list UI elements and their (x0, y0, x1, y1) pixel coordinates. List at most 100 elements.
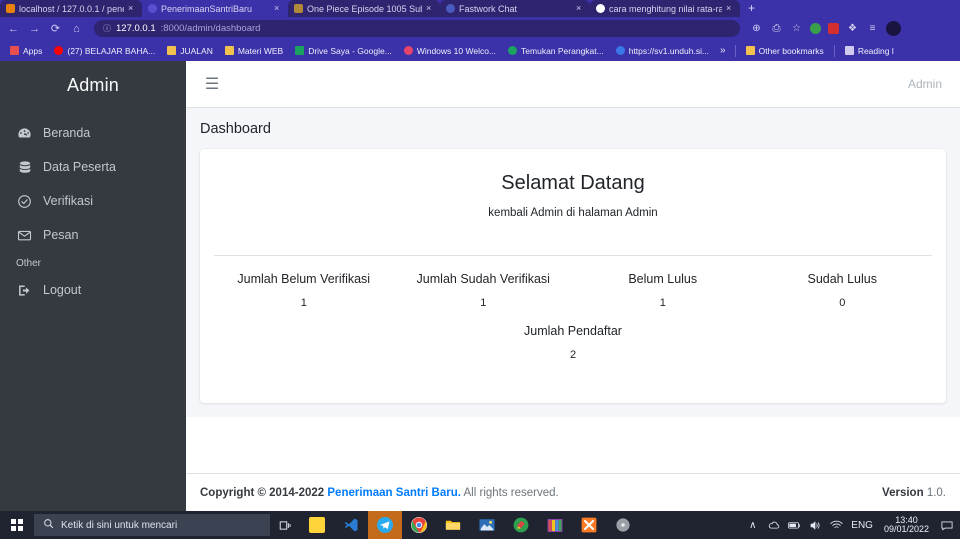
tab-title: Fastwork Chat (459, 3, 518, 14)
battery-icon[interactable] (788, 519, 801, 532)
browser-tab[interactable]: cara menghitung nilai rata-ra × (590, 0, 740, 17)
stat-sudah-verifikasi: Jumlah Sudah Verifikasi 1 (394, 272, 574, 309)
tray-chevron-icon[interactable]: ∧ (746, 519, 759, 532)
apps-grid-icon (10, 46, 19, 55)
welcome-title: Selamat Datang (501, 172, 645, 194)
reload-icon[interactable]: ⟳ (48, 21, 63, 36)
reading-list-button[interactable]: Reading l (839, 43, 900, 59)
browser-toolbar: ← → ⟳ ⌂ ⓘ 127.0.0.1:8000/admin/dashboard… (0, 17, 960, 40)
navbar-user-label[interactable]: Admin (908, 77, 944, 91)
other-bookmarks-button[interactable]: Other bookmarks (740, 43, 830, 59)
bookmark-label: Apps (23, 45, 43, 56)
idm-extension-icon[interactable] (810, 23, 821, 34)
home-icon[interactable]: ⌂ (69, 21, 84, 36)
address-bar[interactable]: ⓘ 127.0.0.1:8000/admin/dashboard (94, 20, 740, 37)
stat-belum-verifikasi: Jumlah Belum Verifikasi 1 (214, 272, 394, 309)
sidebar-item-verifikasi[interactable]: Verifikasi (0, 184, 186, 218)
content-body: Selamat Datang kembali Admin di halaman … (186, 149, 960, 417)
stat-belum-lulus: Belum Lulus 1 (573, 272, 753, 309)
check-circle-icon (16, 193, 33, 210)
taskbar-app-vscode[interactable] (334, 511, 368, 539)
folder-icon (224, 46, 234, 55)
windows-taskbar: Ketik di sini untuk mencari ∧ ENG 13:40 … (0, 511, 960, 539)
taskbar-app-idm[interactable] (504, 511, 538, 539)
bookmark-item[interactable]: (27) BELAJAR BAHA... (48, 43, 161, 59)
close-icon[interactable]: × (128, 4, 136, 13)
start-button[interactable] (0, 511, 34, 539)
footer-brand-link[interactable]: Penerimaan Santri Baru. (327, 487, 461, 499)
globe-icon (615, 46, 625, 55)
close-icon[interactable]: × (274, 4, 282, 13)
browser-tab[interactable]: One Piece Episode 1005 Sub × (288, 0, 440, 17)
taskbar-app-chrome[interactable] (402, 511, 436, 539)
browser-tab[interactable]: Fastwork Chat × (440, 0, 590, 17)
onedrive-icon[interactable] (767, 519, 780, 532)
red-extension-icon[interactable] (828, 23, 839, 34)
stat-value: 1 (300, 297, 307, 309)
bookmark-label: Materi WEB (237, 45, 284, 56)
bookmark-item[interactable]: Windows 10 Welco... (398, 43, 502, 59)
sidebar-item-label: Pesan (43, 228, 79, 242)
task-view-icon[interactable] (270, 511, 300, 539)
phpmyadmin-favicon (6, 4, 15, 13)
back-icon[interactable]: ← (6, 21, 21, 36)
folder-icon (167, 46, 177, 55)
forward-icon[interactable]: → (27, 21, 42, 36)
divider (214, 255, 932, 256)
new-tab-button[interactable]: + (740, 0, 763, 17)
site-info-icon[interactable]: ⓘ (103, 23, 111, 34)
taskbar-app-sticky-notes[interactable] (300, 511, 334, 539)
close-icon[interactable]: × (426, 4, 434, 13)
browser-chrome: localhost / 127.0.0.1 / penerim × Peneri… (0, 0, 960, 61)
close-icon[interactable]: × (726, 4, 734, 13)
volume-icon[interactable] (809, 519, 822, 532)
browser-tab-active[interactable]: PenerimaanSantriBaru × (142, 0, 288, 17)
share-icon[interactable]: ⎙ (770, 22, 783, 35)
toolbar-right: ⊕ ⎙ ☆ ❖ ≡ (750, 21, 903, 36)
bookmarks-overflow-icon[interactable]: » (715, 45, 731, 56)
taskbar-app-telegram[interactable] (368, 511, 402, 539)
bookmark-item[interactable]: Drive Saya - Google... (289, 43, 398, 59)
bookmark-apps[interactable]: Apps (4, 43, 48, 59)
bookmark-item[interactable]: Temukan Perangkat... (502, 43, 610, 59)
tray-language[interactable]: ENG (851, 520, 873, 531)
web-page: Admin Beranda Data Peserta Verifikasi Pe… (0, 61, 960, 511)
action-center-icon[interactable] (940, 519, 954, 532)
taskbar-app-winrar[interactable] (538, 511, 572, 539)
sidebar: Admin Beranda Data Peserta Verifikasi Pe… (0, 61, 186, 511)
bookmark-item[interactable]: https://sv1.unduh.si... (610, 43, 715, 59)
main-content: ☰ Admin Dashboard Selamat Datang kembali… (186, 61, 960, 511)
bookmark-star-icon[interactable]: ☆ (790, 22, 803, 35)
taskbar-app-photos[interactable] (470, 511, 504, 539)
profile-avatar[interactable] (886, 21, 901, 36)
dashboard-card: Selamat Datang kembali Admin di halaman … (200, 149, 946, 403)
close-icon[interactable]: × (576, 4, 584, 13)
divider (833, 44, 835, 57)
taskbar-app-file-explorer[interactable] (436, 511, 470, 539)
stat-jumlah-pendaftar: Jumlah Pendaftar 2 (214, 324, 932, 361)
sidebar-item-data-peserta[interactable]: Data Peserta (0, 150, 186, 184)
zoom-icon[interactable]: ⊕ (750, 22, 763, 35)
taskbar-app-disc[interactable] (606, 511, 640, 539)
extensions-puzzle-icon[interactable]: ❖ (846, 22, 859, 35)
bookmark-item[interactable]: Materi WEB (219, 43, 289, 59)
media-control-icon[interactable]: ≡ (866, 22, 879, 35)
bookmark-label: Drive Saya - Google... (308, 45, 392, 56)
taskbar-app-xampp[interactable] (572, 511, 606, 539)
browser-tab[interactable]: localhost / 127.0.0.1 / penerim × (0, 0, 142, 17)
stat-label: Jumlah Belum Verifikasi (237, 272, 371, 286)
sidebar-brand[interactable]: Admin (0, 61, 186, 109)
sidebar-item-pesan[interactable]: Pesan (0, 218, 186, 252)
youtube-icon (54, 46, 64, 55)
bookmark-item[interactable]: JUALAN (161, 43, 219, 59)
menu-toggle-icon[interactable]: ☰ (202, 74, 222, 94)
envelope-icon (16, 227, 33, 244)
taskbar-clock[interactable]: 13:40 09/01/2022 (881, 515, 932, 535)
sidebar-item-logout[interactable]: Logout (0, 273, 186, 307)
reading-list-icon (844, 46, 854, 55)
stat-label: Jumlah Sudah Verifikasi (416, 272, 550, 286)
welcome-subtitle: kembali Admin di halaman Admin (488, 207, 658, 219)
sidebar-item-beranda[interactable]: Beranda (0, 116, 186, 150)
wifi-icon[interactable] (830, 519, 843, 532)
taskbar-search-input[interactable]: Ketik di sini untuk mencari (34, 514, 270, 536)
